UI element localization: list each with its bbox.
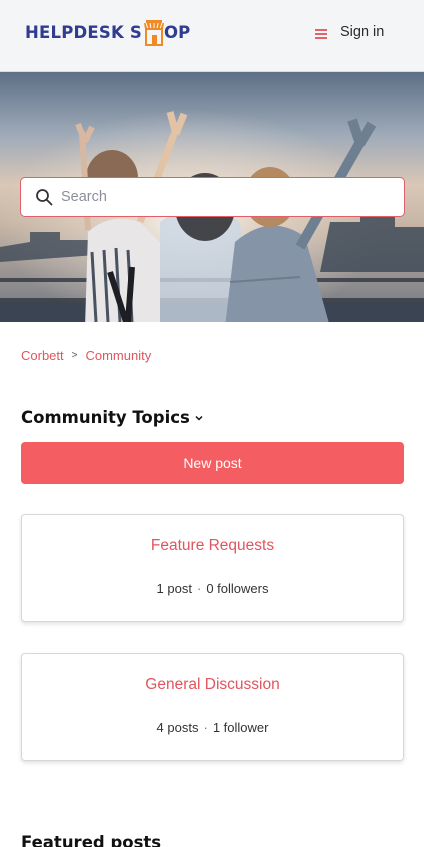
chevron-down-icon: [195, 415, 203, 421]
featured-posts-heading: Featured posts: [21, 833, 162, 847]
topic-meta: 1 post · 0 followers: [156, 581, 269, 596]
topic-follower-count: 0 followers: [206, 581, 269, 596]
helpdesk-shop-logo[interactable]: HELPDESK S OP: [25, 14, 190, 48]
shop-store-icon: [143, 18, 164, 48]
search-input[interactable]: [61, 187, 381, 207]
search-box[interactable]: [20, 177, 405, 217]
logo-text-part1: HELPDESK S: [25, 23, 142, 42]
logo-text-part2: OP: [163, 23, 191, 42]
breadcrumb-separator: >: [71, 350, 78, 361]
topic-title-link[interactable]: General Discussion: [22, 676, 403, 694]
topic-title-link[interactable]: Feature Requests: [22, 537, 403, 555]
topic-card[interactable]: Feature Requests 1 post · 0 followers: [21, 514, 404, 622]
topic-card[interactable]: General Discussion 4 posts · 1 follower: [21, 653, 404, 761]
new-post-button[interactable]: New post: [21, 442, 404, 484]
topic-meta: 4 posts · 1 follower: [156, 720, 269, 735]
breadcrumb-link-community[interactable]: Community: [85, 348, 151, 363]
topic-post-count: 1 post: [156, 581, 192, 596]
topic-post-count: 4 posts: [156, 720, 199, 735]
breadcrumb-link-home[interactable]: Corbett: [21, 348, 64, 363]
breadcrumb: Corbett > Community: [21, 348, 151, 363]
site-header: HELPDESK S OP Sign in: [0, 0, 424, 72]
search-icon: [36, 189, 53, 206]
community-topics-dropdown[interactable]: Community Topics: [21, 408, 203, 427]
section-title: Community Topics: [21, 408, 190, 427]
hamburger-menu-icon[interactable]: [315, 29, 327, 39]
topic-follower-count: 1 follower: [212, 720, 269, 735]
sign-in-link[interactable]: Sign in: [340, 24, 384, 40]
